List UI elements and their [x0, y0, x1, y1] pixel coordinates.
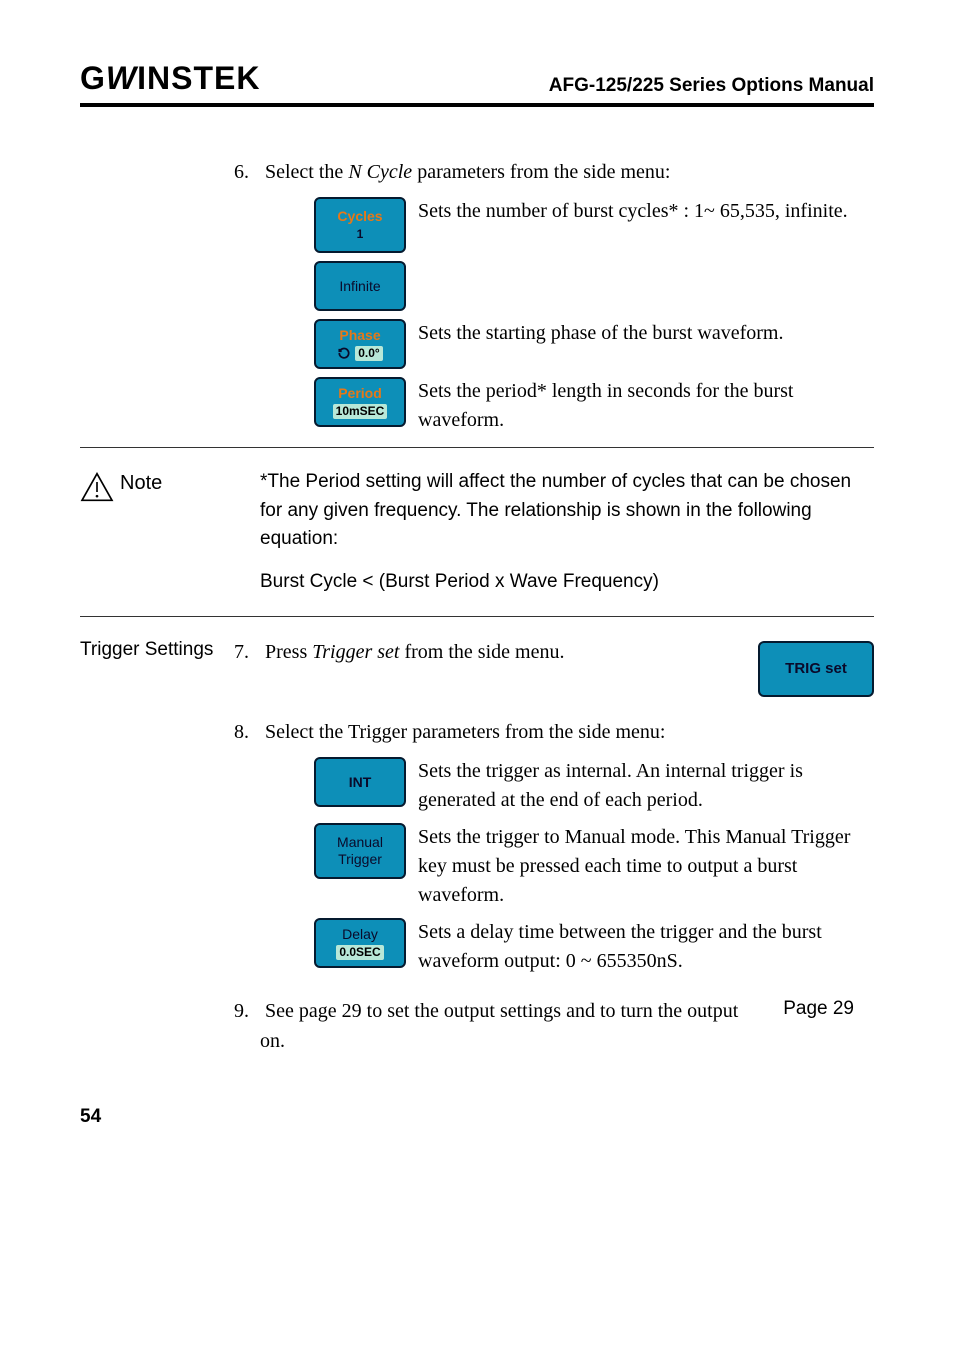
step-number: 9.	[234, 996, 260, 1026]
brand-logo: GWINSTEK	[80, 60, 260, 97]
cycle-icon	[337, 346, 351, 360]
int-button[interactable]: INT	[314, 757, 406, 807]
note-text-2: Burst Cycle < (Burst Period x Wave Frequ…	[260, 560, 874, 605]
cycles-button[interactable]: Cycles 1	[314, 197, 406, 253]
divider	[80, 616, 874, 617]
period-description: Sets the period* length in seconds for t…	[418, 377, 874, 435]
step-9-text: 9. See page 29 to set the output setting…	[260, 996, 783, 1056]
delay-button[interactable]: Delay 0.0SEC	[314, 918, 406, 968]
step-6-text: 6. Select the N Cycle parameters from th…	[260, 157, 874, 187]
manual-title: AFG-125/225 Series Options Manual	[549, 75, 874, 97]
int-row: INT Sets the trigger as internal. An int…	[314, 757, 874, 815]
note-block: Note *The Period setting will affect the…	[80, 468, 874, 554]
step-number: 8.	[234, 717, 260, 747]
phase-button[interactable]: Phase 0.0°	[314, 319, 406, 369]
trig-set-button[interactable]: TRIG set	[758, 641, 874, 697]
page-reference: Page 29	[783, 996, 854, 1020]
page-header: GWINSTEK AFG-125/225 Series Options Manu…	[80, 60, 874, 107]
page-number: 54	[80, 1106, 874, 1128]
manual-description: Sets the trigger to Manual mode. This Ma…	[418, 823, 874, 910]
note-label: Note	[120, 472, 162, 495]
manual-row: Manual Trigger Sets the trigger to Manua…	[314, 823, 874, 910]
logo-text: GWINSTEK	[80, 60, 260, 97]
step-7-text: 7. Press Trigger set from the side menu.	[260, 637, 738, 667]
delay-row: Delay 0.0SEC Sets a delay time between t…	[314, 918, 874, 976]
note-text-1: *The Period setting will affect the numb…	[260, 468, 874, 554]
cycles-description: Sets the number of burst cycles* : 1~ 65…	[418, 197, 848, 226]
trigger-section: Trigger Settings 7. Press Trigger set fr…	[80, 637, 874, 1066]
step-number: 6.	[234, 157, 260, 187]
step-8-text: 8. Select the Trigger parameters from th…	[260, 717, 874, 747]
warning-icon	[80, 472, 114, 502]
delay-description: Sets a delay time between the trigger an…	[418, 918, 874, 976]
period-button[interactable]: Period 10mSEC	[314, 377, 406, 427]
divider	[80, 447, 874, 448]
manual-trigger-button[interactable]: Manual Trigger	[314, 823, 406, 879]
cycles-row: Cycles 1 Infinite Sets the number of bur…	[314, 197, 874, 311]
trigger-section-label: Trigger Settings	[80, 637, 260, 661]
infinite-button[interactable]: Infinite	[314, 261, 406, 311]
phase-row: Phase 0.0° Sets the starting phase of th…	[314, 319, 874, 369]
period-row: Period 10mSEC Sets the period* length in…	[314, 377, 874, 435]
phase-description: Sets the starting phase of the burst wav…	[418, 319, 783, 348]
int-description: Sets the trigger as internal. An interna…	[418, 757, 874, 815]
step-number: 7.	[234, 637, 260, 667]
